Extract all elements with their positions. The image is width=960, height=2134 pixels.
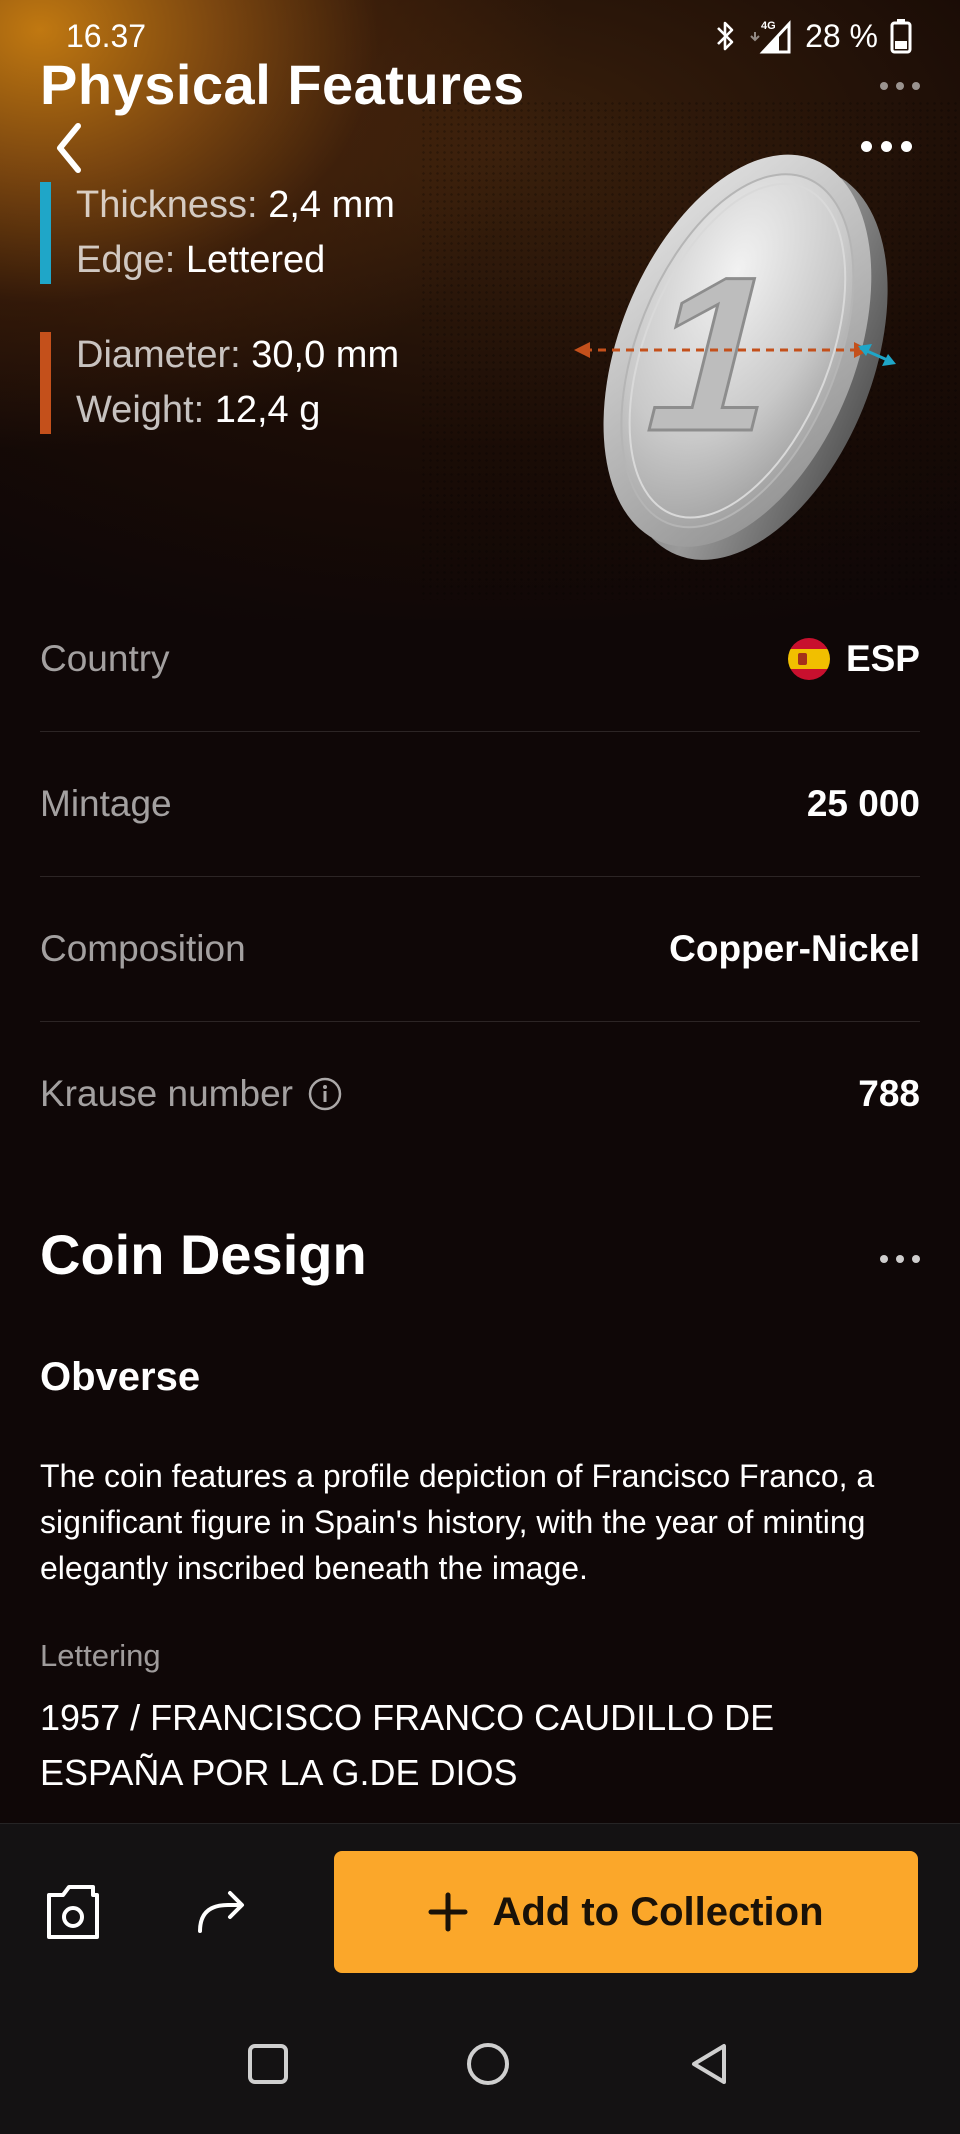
status-time: 16.37 — [66, 18, 147, 54]
design-more-icon[interactable] — [870, 1252, 920, 1266]
nav-recents-icon — [248, 2044, 288, 2084]
battery-icon — [890, 19, 912, 54]
composition-row: Composition Copper-Nickel — [40, 876, 920, 1022]
country-row: Country ESP — [40, 586, 920, 732]
thickness-line: Thickness: 2,4 mm — [76, 184, 395, 226]
composition-value: Copper-Nickel — [669, 927, 920, 969]
nav-back-icon — [692, 2044, 726, 2084]
diameter-indicator-bar — [40, 332, 51, 434]
svg-text:4G: 4G — [761, 20, 776, 32]
bottom-action-bar: Add to Collection — [0, 1823, 960, 2134]
system-nav-bar — [0, 1994, 960, 2134]
lettering-text: 1957 / FRANCISCO FRANCO CAUDILLO DE ESPA… — [40, 1697, 775, 1793]
mintage-label: Mintage — [40, 782, 172, 824]
krause-value: 788 — [858, 1072, 920, 1114]
page-title: Physical Features — [40, 53, 525, 116]
nav-home-icon — [467, 2043, 509, 2085]
battery-level: 28 % — [805, 17, 878, 54]
composition-label: Composition — [40, 927, 246, 969]
share-button[interactable] — [186, 1877, 256, 1947]
thickness-indicator-bar — [40, 182, 51, 284]
coin-illustration: 1 — [574, 154, 896, 560]
diameter-line: Diameter: 30,0 mm — [76, 334, 400, 376]
nav-back-button[interactable] — [680, 2034, 740, 2094]
back-icon — [57, 123, 81, 173]
spain-flag-icon — [787, 637, 830, 680]
weight-line: Weight: 12,4 g — [76, 389, 321, 431]
camera-icon — [47, 1885, 99, 1939]
share-icon — [198, 1891, 244, 1933]
coin-design-title: Coin Design — [40, 1223, 367, 1286]
add-to-collection-button[interactable]: Add to Collection — [334, 1851, 918, 1973]
edge-line: Edge: Lettered — [76, 239, 326, 281]
signal-icon: 4G — [750, 20, 791, 54]
more-icon[interactable] — [870, 78, 920, 94]
status-icons: 4G 28 % — [715, 16, 912, 56]
mintage-row: Mintage 25 000 — [40, 731, 920, 877]
krause-label: Krause number — [40, 1073, 343, 1115]
krause-row: Krause number 788 — [40, 1021, 920, 1166]
lettering-label: Lettering — [40, 1638, 161, 1673]
mintage-value: 25 000 — [806, 782, 920, 824]
diameter-weight-group: Diameter: 30,0 mm Weight: 12,4 g — [40, 328, 399, 438]
thickness-edge-group: Thickness: 2,4 mm Edge: Lettered — [40, 178, 395, 288]
add-to-collection-label: Add to Collection — [492, 1889, 824, 1934]
obverse-title: Obverse — [40, 1355, 201, 1399]
camera-button[interactable] — [38, 1877, 108, 1947]
back-button[interactable] — [48, 118, 88, 178]
nav-recents-button[interactable] — [238, 2034, 298, 2094]
country-label: Country — [40, 637, 170, 679]
info-icon[interactable] — [307, 1076, 343, 1112]
country-value: ESP — [787, 637, 920, 680]
nav-home-button[interactable] — [458, 2034, 518, 2094]
plus-icon — [428, 1892, 468, 1932]
bluetooth-icon — [717, 21, 734, 51]
obverse-description: The coin features a profile depiction of… — [40, 1458, 875, 1586]
